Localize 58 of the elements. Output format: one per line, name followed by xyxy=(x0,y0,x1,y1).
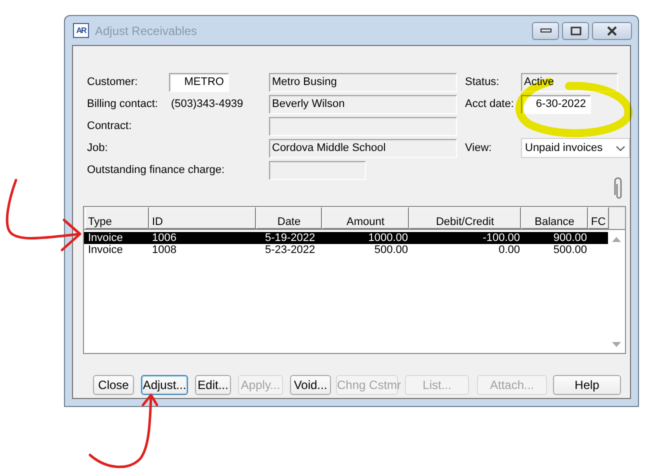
dialog-button[interactable]: Adjust... xyxy=(141,375,188,395)
customer-name-field[interactable]: Metro Busing xyxy=(269,72,457,92)
maximize-button[interactable] xyxy=(562,22,589,40)
job-field[interactable]: Cordova Middle School xyxy=(269,138,457,158)
table-cell-text: 1000.00 xyxy=(367,232,409,244)
app-icon: AR xyxy=(73,23,89,38)
dialog-button[interactable]: Void... xyxy=(290,375,331,395)
column-header[interactable]: Date xyxy=(256,207,322,229)
field-label: Job: xyxy=(87,142,109,154)
table-cell-text: 5-23-2022 xyxy=(264,244,316,256)
field-label: Billing contact: xyxy=(87,98,159,110)
field-label: Acct date: xyxy=(465,98,515,110)
minimize-button[interactable] xyxy=(532,22,559,40)
table-row[interactable]: Invoice 1006 5-19-2022 1000.00 -100.00 900.00 xyxy=(84,232,608,244)
customer-code-field[interactable]: METRO xyxy=(169,72,229,92)
minimize-icon xyxy=(540,28,552,34)
table-row[interactable]: Invoice 1008 5-23-2022 500.00 0.00 500.00 xyxy=(84,244,608,256)
maximize-icon xyxy=(570,26,582,36)
table-cell-text: Invoice xyxy=(87,244,124,256)
date-field[interactable]: 6-30-2022 xyxy=(521,94,591,114)
field-label: Contract: xyxy=(87,120,133,132)
dialog-button[interactable]: Help xyxy=(553,375,621,395)
scroll-down-icon[interactable] xyxy=(612,342,621,347)
view-dropdown[interactable]: Unpaid invoices xyxy=(521,138,630,158)
table-cell-text: -100.00 xyxy=(482,232,521,244)
field-label: View: xyxy=(465,142,493,154)
dialog-button: Attach... xyxy=(477,375,547,395)
dialog-button[interactable]: Close xyxy=(93,375,134,395)
dialog-button[interactable]: Edit... xyxy=(195,375,231,395)
finance-charge-field[interactable] xyxy=(269,160,366,180)
field-label: Outstanding finance charge: xyxy=(87,164,226,176)
table-cell-text: 5-19-2022 xyxy=(264,232,316,244)
field-label: Status: xyxy=(465,76,500,88)
table-cell-text: Invoice xyxy=(87,232,124,244)
close-icon xyxy=(606,26,618,36)
table-cell-text: 500.00 xyxy=(552,244,588,256)
contract-field[interactable] xyxy=(269,116,457,136)
table-cell-text: 1008 xyxy=(151,244,178,256)
column-header[interactable]: Type xyxy=(85,207,149,229)
column-header[interactable]: FC xyxy=(588,207,609,229)
dialog-button: Apply... xyxy=(238,375,283,395)
table-cell-text: 500.00 xyxy=(373,244,409,256)
paperclip-icon[interactable] xyxy=(614,177,624,201)
dialog-button: List... xyxy=(405,375,469,395)
table-cell-text: 0.00 xyxy=(498,244,521,256)
table-cell-text: 900.00 xyxy=(552,232,588,244)
close-button[interactable] xyxy=(592,22,632,40)
table-cell-text: 1006 xyxy=(151,232,178,244)
scroll-up-icon[interactable] xyxy=(612,237,621,242)
window-title: Adjust Receivables xyxy=(95,24,198,38)
field-label: Customer: xyxy=(87,76,139,88)
column-header[interactable]: Debit/Credit xyxy=(409,207,521,229)
column-header[interactable]: Balance xyxy=(521,207,588,229)
caret-icon xyxy=(616,146,625,150)
phone-number: (503)343-4939 xyxy=(170,98,244,110)
column-header[interactable]: ID xyxy=(149,207,256,229)
contact-name-field[interactable]: Beverly Wilson xyxy=(269,94,457,114)
column-header[interactable]: Amount xyxy=(322,207,409,229)
